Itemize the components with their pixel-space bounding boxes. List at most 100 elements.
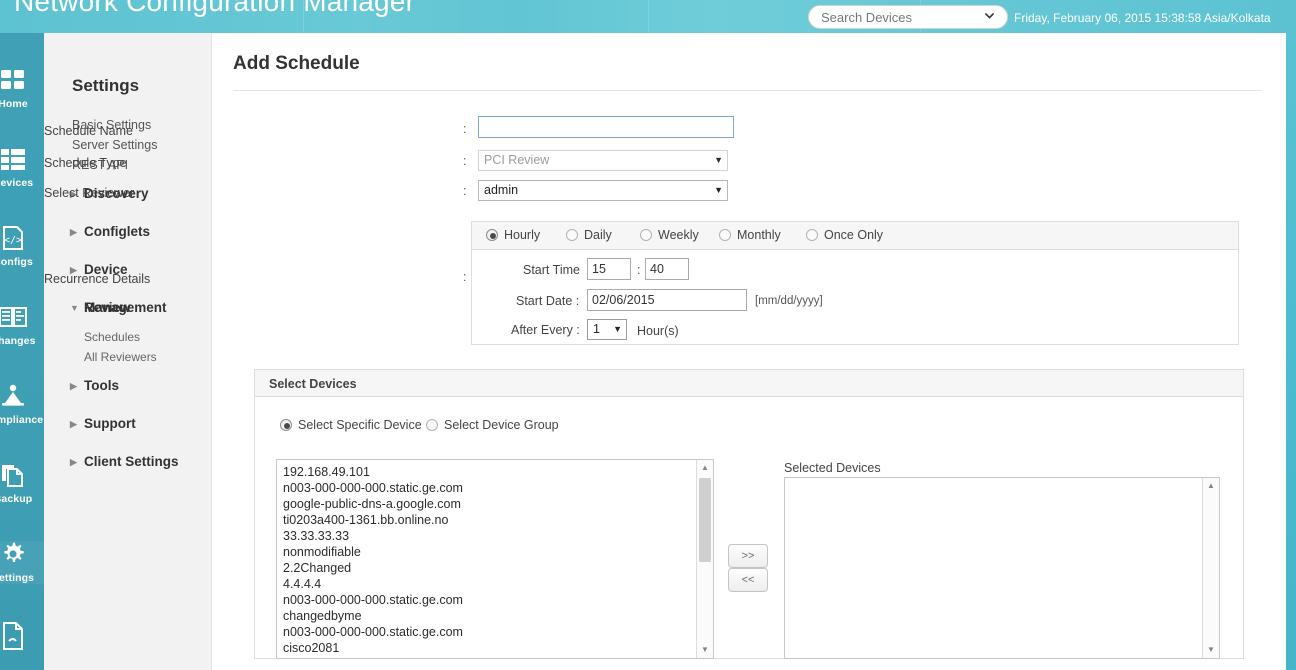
start-time-minute-input[interactable] [645, 258, 689, 280]
recurrence-mode-label: Weekly [658, 228, 699, 242]
device-mode-label: Select Device Group [444, 418, 559, 432]
radio-unselected-icon[interactable] [426, 419, 438, 431]
list-item[interactable]: 11.11.11.11 [283, 656, 696, 658]
radio-selected-icon[interactable] [280, 419, 292, 431]
available-devices-listbox[interactable]: 192.168.49.101 n003-000-000-000.static.g… [276, 459, 714, 659]
available-devices-scrollbar[interactable]: ▲ ▼ [696, 460, 713, 658]
list-item[interactable]: cisco2081 [283, 640, 696, 656]
triangle-up-icon[interactable]: ▲ [1203, 478, 1219, 494]
selected-devices-scrollbar[interactable]: ▲ ▼ [1202, 478, 1219, 658]
select-reviewer-label: Select Reviewer [44, 186, 135, 200]
radio-unselected-icon[interactable] [640, 229, 652, 241]
device-mode-group[interactable]: Select Device Group [426, 418, 559, 432]
sidebar-group-label: Configlets [84, 224, 150, 239]
colon-separator: : [463, 122, 467, 136]
colon-separator: : [463, 184, 467, 198]
rail-item-pdf-report[interactable] [0, 621, 44, 652]
triangle-down-icon[interactable]: ▼ [697, 642, 713, 658]
recurrence-mode-label: Monthly [737, 228, 781, 242]
list-item[interactable]: ti0203a400-1361.bb.online.no [283, 512, 696, 528]
recurrence-mode-hourly[interactable]: Hourly [486, 228, 540, 242]
list-item[interactable]: 192.168.49.101 [283, 464, 696, 480]
rail-item-configs[interactable]: </> Configs [0, 225, 44, 268]
recurrence-mode-label: Hourly [504, 228, 541, 242]
recurrence-mode-weekly[interactable]: Weekly [640, 228, 699, 242]
rail-item-devices[interactable]: Devices [0, 146, 44, 189]
list-rows-icon [0, 146, 44, 176]
sidebar-group-client-settings[interactable]: ▶ Client Settings [44, 443, 212, 481]
code-file-icon: </> [0, 225, 44, 255]
settings-nav-title: Settings [72, 76, 140, 95]
list-item[interactable]: 33.33.33.33 [283, 528, 696, 544]
after-every-select[interactable]: 1 ▼ [587, 319, 627, 340]
search-devices-box[interactable] [808, 5, 1008, 29]
sidebar-group-tools[interactable]: ▶ Tools [44, 367, 212, 405]
available-devices-options: 192.168.49.101 n003-000-000-000.static.g… [277, 460, 696, 658]
recurrence-mode-monthly[interactable]: Monthly [719, 228, 781, 242]
chevron-right-icon: ▶ [70, 419, 77, 429]
device-mode-specific[interactable]: Select Specific Device [280, 418, 422, 432]
search-input[interactable] [819, 8, 979, 26]
rail-item-changes[interactable]: Changes [0, 304, 44, 347]
radio-unselected-icon[interactable] [719, 229, 731, 241]
rail-label-compliance: Compliance [0, 414, 44, 426]
sidebar-group-configlets[interactable]: ▶ Configlets [44, 213, 212, 251]
list-item[interactable]: n003-000-000-000.static.ge.com [283, 624, 696, 640]
sidebar-group-label: Tools [84, 378, 119, 393]
radio-unselected-icon[interactable] [566, 229, 578, 241]
selected-devices-listbox[interactable]: ▲ ▼ [784, 477, 1220, 659]
start-date-input[interactable] [587, 289, 747, 311]
schedule-type-label: Schedule Type [44, 156, 127, 170]
radio-selected-icon[interactable] [486, 229, 498, 241]
scrollbar-thumb[interactable] [699, 478, 711, 562]
sidebar-group-label: Client Settings [84, 454, 179, 469]
radio-unselected-icon[interactable] [806, 229, 818, 241]
sidebar-item-schedules[interactable]: Schedules [44, 327, 212, 347]
sidebar-item-all-reviewers[interactable]: All Reviewers [44, 347, 212, 367]
rail-item-home[interactable]: Home [0, 67, 44, 110]
rail-label-settings: Settings [0, 572, 35, 584]
list-item[interactable]: google-public-dns-a.google.com [283, 496, 696, 512]
device-mode-label: Select Specific Device [298, 418, 422, 432]
list-item[interactable]: nonmodifiable [283, 544, 696, 560]
start-date-label: Start Date : [516, 294, 580, 308]
recurrence-mode-label: Once Only [824, 228, 884, 242]
rail-label-configs: Configs [0, 256, 33, 268]
sidebar-group-support[interactable]: ▶ Support [44, 405, 212, 443]
list-item[interactable]: changedbyme [283, 608, 696, 624]
compare-panes-icon [0, 304, 44, 334]
primary-icon-rail: Home Devices </> [0, 33, 44, 670]
triangle-up-icon[interactable]: ▲ [697, 460, 713, 476]
pdf-report-icon [0, 621, 44, 651]
server-timestamp: Friday, February 06, 2015 15:38:58 Asia/… [1014, 11, 1271, 25]
select-arrow-icon: ▼ [714, 155, 723, 165]
remove-devices-button[interactable]: << [728, 568, 768, 592]
recurrence-mode-once-only[interactable]: Once Only [806, 228, 883, 242]
schedule-name-label: Schedule Name [44, 124, 133, 138]
select-reviewer-value: admin [484, 183, 519, 197]
rail-item-settings[interactable]: Settings [0, 541, 44, 584]
after-every-label: After Every : [511, 323, 580, 337]
after-every-unit: Hour(s) [637, 324, 679, 338]
triangle-down-icon[interactable]: ▼ [1203, 642, 1219, 658]
app-title: Network Configuration Manager [14, 0, 416, 17]
list-item[interactable]: 4.4.4.4 [283, 576, 696, 592]
copy-pages-icon [0, 462, 44, 492]
schedule-type-select[interactable]: PCI Review ▼ [478, 150, 728, 171]
list-item[interactable]: 2.2Changed [283, 560, 696, 576]
select-reviewer-select[interactable]: admin ▼ [478, 180, 728, 201]
chevron-down-icon[interactable] [983, 10, 995, 22]
rail-item-compliance[interactable]: Compliance [0, 383, 44, 426]
start-time-hour-input[interactable] [587, 258, 631, 280]
list-item[interactable]: n003-000-000-000.static.ge.com [283, 592, 696, 608]
after-every-value: 1 [593, 322, 600, 336]
schedule-name-input[interactable] [478, 116, 734, 138]
sidebar-group-review[interactable]: ▼ Review [44, 289, 212, 327]
field-row-schedule-name: Schedule Name [44, 122, 133, 140]
select-arrow-icon: ▼ [613, 324, 622, 334]
list-item[interactable]: n003-000-000-000.static.ge.com [283, 480, 696, 496]
add-devices-button[interactable]: >> [728, 544, 768, 568]
recurrence-mode-daily[interactable]: Daily [566, 228, 612, 242]
rail-item-backup[interactable]: Backup [0, 462, 44, 505]
gear-icon [0, 541, 44, 571]
